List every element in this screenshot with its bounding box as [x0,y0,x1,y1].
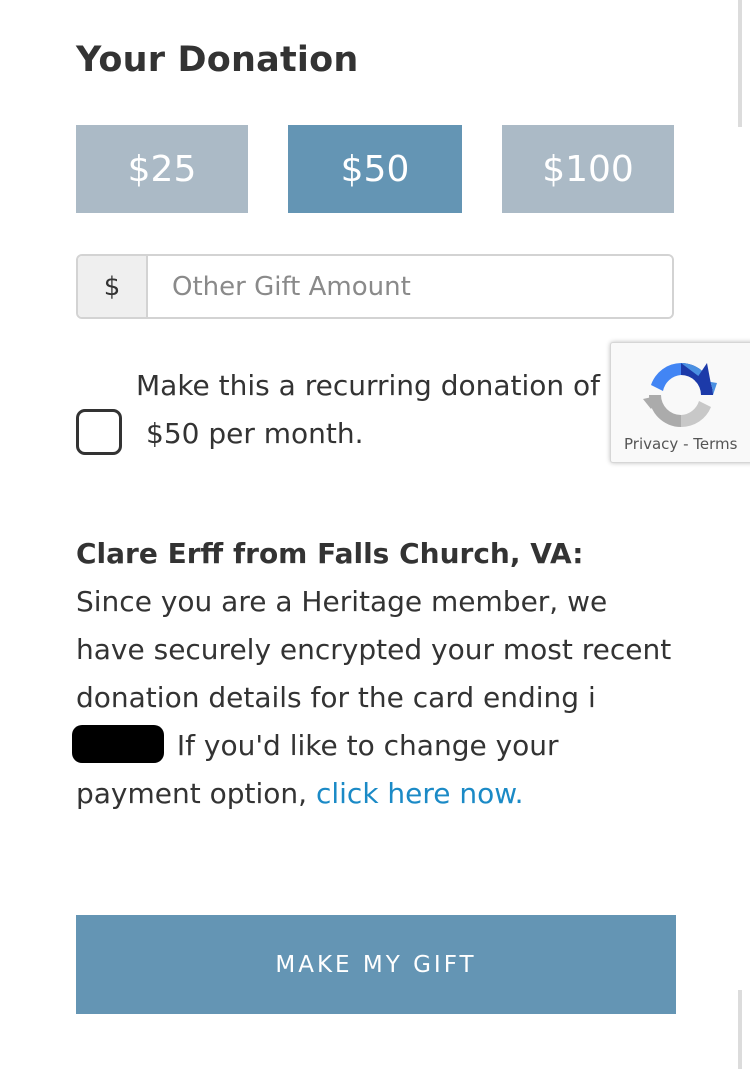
other-amount-field: $ [76,254,674,319]
redaction-mark [72,725,164,763]
member-notice: Clare Erff from Falls Church, VA: Since … [72,530,676,818]
amount-25-button[interactable]: $25 [76,125,248,213]
change-payment-link[interactable]: click here now. [316,777,524,810]
amount-50-button[interactable]: $50 [288,125,462,213]
member-name: Clare Erff from Falls Church, VA: [76,537,584,570]
other-amount-input[interactable] [148,256,672,317]
member-notice-text: Since you are a Heritage member, we have… [76,585,672,714]
recaptcha-icon [643,363,717,428]
amount-100-button[interactable]: $100 [502,125,674,213]
recurring-label-line1: Make this a recurring donation of [136,369,601,402]
scrollbar-top[interactable] [738,0,742,127]
recurring-checkbox[interactable] [76,409,122,455]
recaptcha-terms-link[interactable]: Terms [693,435,737,453]
recaptcha-badge: Privacy - Terms [610,342,750,463]
currency-prefix: $ [78,256,148,317]
recaptcha-privacy-link[interactable]: Privacy [624,435,678,453]
scrollbar-bottom[interactable] [738,990,742,1069]
recaptcha-separator: - [678,435,694,453]
recurring-label: Make this a recurring donation of $50 pe… [136,362,610,462]
recurring-label-line2: $50 per month. [146,417,364,450]
page-title: Your Donation [76,40,359,80]
make-gift-button[interactable]: MAKE MY GIFT [76,915,676,1014]
recaptcha-links: Privacy - Terms [624,435,737,453]
